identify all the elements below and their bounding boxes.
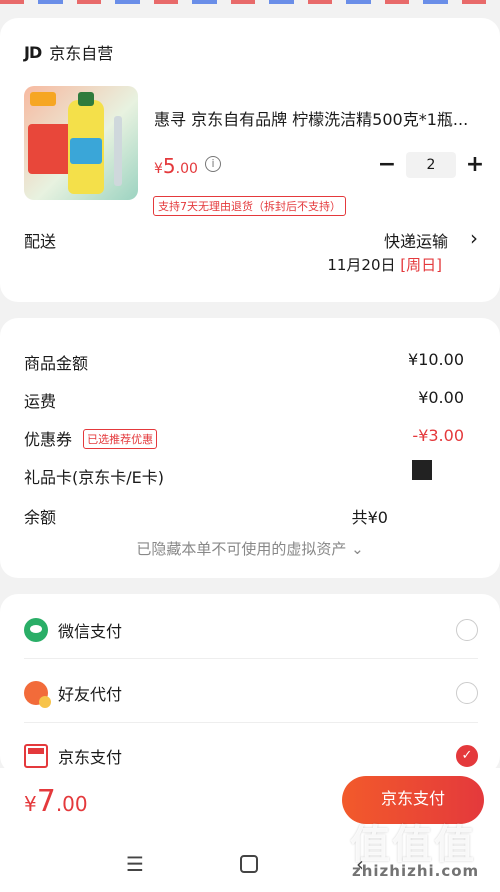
order-card: JD 京东自营 惠寻 京东自有品牌 柠檬洗洁精500克*1瓶... ¥ 5 .0… <box>0 18 500 302</box>
jd-logo-icon: JD <box>24 42 42 62</box>
payment-methods-card: 微信支付 好友代付 京东支付 ✓ <box>0 594 500 774</box>
chevron-right-icon[interactable]: › <box>470 226 478 250</box>
divider <box>24 722 478 723</box>
shipping-label: 配送 <box>24 232 57 251</box>
wechat-icon <box>24 618 48 642</box>
price-summary-card: 商品金额 ¥10.00 运费 ¥0.00 优惠券 已选推荐优惠 -¥3.00 礼… <box>0 318 500 578</box>
jd-pay-icon <box>24 744 48 768</box>
giftcard-row[interactable]: 礼品卡(京东卡/E卡) <box>24 464 464 488</box>
radio-button[interactable] <box>456 682 478 704</box>
giftcard-toggle[interactable] <box>412 460 432 480</box>
radio-button[interactable] <box>456 619 478 641</box>
quantity-value[interactable]: 2 <box>406 152 456 178</box>
airmail-stripe <box>0 0 500 4</box>
store-name: 京东自营 <box>49 44 114 63</box>
home-icon[interactable] <box>240 855 258 873</box>
info-icon[interactable]: i <box>205 156 221 172</box>
shipping-date: 11月20日 [周日] <box>327 256 442 274</box>
goods-amount-row: 商品金额 ¥10.00 <box>24 350 464 373</box>
balance-row[interactable]: 余额 共¥0 <box>24 504 464 528</box>
product-price: ¥ 5 .00 <box>154 154 198 178</box>
friend-pay-icon <box>24 681 51 708</box>
coupon-tag: 已选推荐优惠 <box>83 429 158 449</box>
store-header[interactable]: JD 京东自营 <box>24 40 113 64</box>
watermark-url: zhizhizhi.com <box>352 862 480 880</box>
product-thumbnail[interactable] <box>24 86 138 200</box>
product-title[interactable]: 惠寻 京东自有品牌 柠檬洗洁精500克*1瓶... <box>154 106 480 130</box>
menu-icon[interactable]: ☰ <box>126 852 144 876</box>
radio-checked-icon[interactable]: ✓ <box>456 745 478 767</box>
minus-button[interactable]: − <box>376 153 398 177</box>
return-policy-tag: 支持7天无理由退货（拆封后不支持） <box>153 196 346 216</box>
freight-row: 运费 ¥0.00 <box>24 388 464 411</box>
payment-option-friend[interactable]: 好友代付 <box>24 673 478 713</box>
coupon-row[interactable]: 优惠券 已选推荐优惠 -¥3.00 <box>24 426 464 450</box>
total-price: ¥ 7 .00 <box>24 784 88 819</box>
quantity-stepper: − 2 + <box>376 152 486 178</box>
shipping-method[interactable]: 快递运输 <box>384 228 448 252</box>
hidden-assets-toggle[interactable]: 已隐藏本单不可使用的虚拟资产 ⌄ <box>0 538 500 559</box>
payment-option-wechat[interactable]: 微信支付 <box>24 610 478 650</box>
plus-button[interactable]: + <box>464 153 486 177</box>
divider <box>24 658 478 659</box>
